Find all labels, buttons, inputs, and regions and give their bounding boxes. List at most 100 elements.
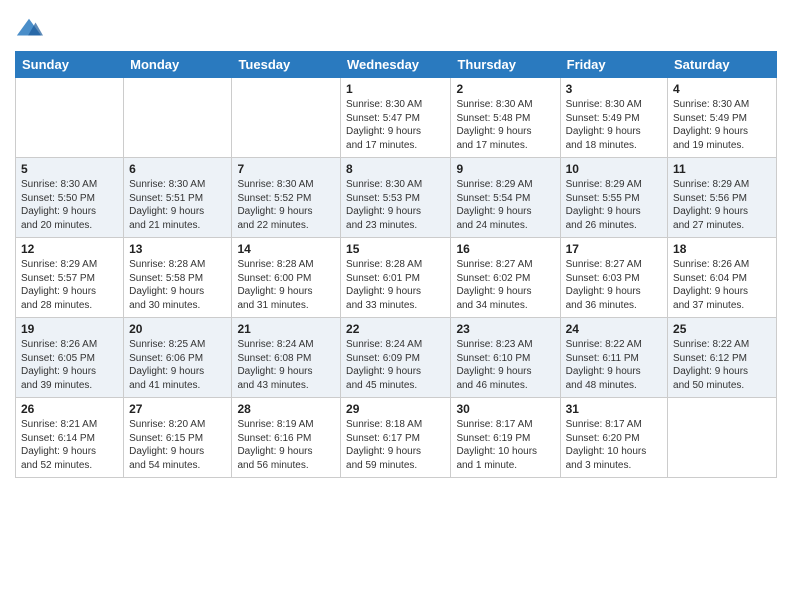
day-number: 27 [129,402,226,416]
weekday-header-tuesday: Tuesday [232,52,341,78]
calendar-cell: 4 Sunrise: 8:30 AMSunset: 5:49 PMDaylight… [668,78,777,158]
day-info: Sunrise: 8:21 AMSunset: 6:14 PMDaylight:… [21,418,118,472]
day-info: Sunrise: 8:26 AMSunset: 6:05 PMDaylight:… [21,338,118,392]
day-info: Sunrise: 8:30 AMSunset: 5:53 PMDaylight:… [346,178,445,232]
day-info: Sunrise: 8:28 AMSunset: 6:00 PMDaylight:… [237,258,335,312]
weekday-header-thursday: Thursday [451,52,560,78]
calendar-cell: 3 Sunrise: 8:30 AMSunset: 5:49 PMDaylight… [560,78,667,158]
logo [15,15,47,43]
calendar-cell: 24Sunrise: 8:22 AMSunset: 6:11 PMDayligh… [560,318,667,398]
calendar-cell: 31 Sunrise: 8:17 AMSunset: 6:20 PMDayligh… [560,398,667,478]
day-number: 4 [673,82,771,96]
weekday-header-friday: Friday [560,52,667,78]
day-number: 26 [21,402,118,416]
calendar-cell: 25 Sunrise: 8:22 AMSunset: 6:12 PMDayligh… [668,318,777,398]
week-row-2: 5 Sunrise: 8:30 AMSunset: 5:50 PMDaylight… [16,158,777,238]
calendar-cell: 23 Sunrise: 8:23 AMSunset: 6:10 PMDayligh… [451,318,560,398]
calendar-cell: 13 Sunrise: 8:28 AMSunset: 5:58 PMDayligh… [124,238,232,318]
day-number: 31 [566,402,662,416]
day-number: 3 [566,82,662,96]
day-number: 11 [673,162,771,176]
day-info: Sunrise: 8:30 AMSunset: 5:49 PMDaylight:… [566,98,662,152]
calendar-cell: 22Sunrise: 8:24 AMSunset: 6:09 PMDayligh… [341,318,451,398]
day-number: 14 [237,242,335,256]
day-number: 13 [129,242,226,256]
day-info: Sunrise: 8:24 AMSunset: 6:08 PMDaylight:… [237,338,335,392]
calendar-cell: 29Sunrise: 8:18 AMSunset: 6:17 PMDayligh… [341,398,451,478]
weekday-header-sunday: Sunday [16,52,124,78]
day-number: 24 [566,322,662,336]
calendar-cell: 21 Sunrise: 8:24 AMSunset: 6:08 PMDayligh… [232,318,341,398]
day-number: 21 [237,322,335,336]
day-info: Sunrise: 8:25 AMSunset: 6:06 PMDaylight:… [129,338,226,392]
calendar-cell [124,78,232,158]
day-info: Sunrise: 8:19 AMSunset: 6:16 PMDaylight:… [237,418,335,472]
calendar-cell: 9 Sunrise: 8:29 AMSunset: 5:54 PMDaylight… [451,158,560,238]
calendar-cell: 27 Sunrise: 8:20 AMSunset: 6:15 PMDayligh… [124,398,232,478]
calendar-cell: 30Sunrise: 8:17 AMSunset: 6:19 PMDayligh… [451,398,560,478]
day-number: 9 [456,162,554,176]
calendar-cell [16,78,124,158]
day-info: Sunrise: 8:29 AMSunset: 5:56 PMDaylight:… [673,178,771,232]
day-number: 2 [456,82,554,96]
day-number: 12 [21,242,118,256]
calendar-cell: 6 Sunrise: 8:30 AMSunset: 5:51 PMDaylight… [124,158,232,238]
day-number: 17 [566,242,662,256]
day-number: 20 [129,322,226,336]
day-info: Sunrise: 8:20 AMSunset: 6:15 PMDaylight:… [129,418,226,472]
day-number: 22 [346,322,445,336]
calendar-cell: 20 Sunrise: 8:25 AMSunset: 6:06 PMDayligh… [124,318,232,398]
day-number: 28 [237,402,335,416]
day-number: 25 [673,322,771,336]
calendar-cell: 5 Sunrise: 8:30 AMSunset: 5:50 PMDaylight… [16,158,124,238]
day-info: Sunrise: 8:29 AMSunset: 5:55 PMDaylight:… [566,178,662,232]
calendar-cell: 17 Sunrise: 8:27 AMSunset: 6:03 PMDayligh… [560,238,667,318]
weekday-header-saturday: Saturday [668,52,777,78]
day-info: Sunrise: 8:17 AMSunset: 6:20 PMDaylight:… [566,418,662,472]
calendar-cell: 16Sunrise: 8:27 AMSunset: 6:02 PMDayligh… [451,238,560,318]
calendar-cell: 7 Sunrise: 8:30 AMSunset: 5:52 PMDaylight… [232,158,341,238]
day-info: Sunrise: 8:29 AMSunset: 5:54 PMDaylight:… [456,178,554,232]
day-number: 15 [346,242,445,256]
page: SundayMondayTuesdayWednesdayThursdayFrid… [0,0,792,612]
day-number: 16 [456,242,554,256]
calendar-cell: 1Sunrise: 8:30 AMSunset: 5:47 PMDaylight… [341,78,451,158]
day-info: Sunrise: 8:30 AMSunset: 5:49 PMDaylight:… [673,98,771,152]
day-number: 19 [21,322,118,336]
day-number: 5 [21,162,118,176]
weekday-header-row: SundayMondayTuesdayWednesdayThursdayFrid… [16,52,777,78]
day-info: Sunrise: 8:22 AMSunset: 6:12 PMDaylight:… [673,338,771,392]
calendar-cell [232,78,341,158]
header [15,10,777,43]
week-row-5: 26 Sunrise: 8:21 AMSunset: 6:14 PMDayligh… [16,398,777,478]
day-number: 10 [566,162,662,176]
calendar-cell: 28 Sunrise: 8:19 AMSunset: 6:16 PMDayligh… [232,398,341,478]
day-number: 29 [346,402,445,416]
day-number: 18 [673,242,771,256]
day-info: Sunrise: 8:28 AMSunset: 5:58 PMDaylight:… [129,258,226,312]
day-number: 7 [237,162,335,176]
week-row-4: 19 Sunrise: 8:26 AMSunset: 6:05 PMDayligh… [16,318,777,398]
day-info: Sunrise: 8:30 AMSunset: 5:50 PMDaylight:… [21,178,118,232]
day-number: 23 [456,322,554,336]
day-info: Sunrise: 8:27 AMSunset: 6:03 PMDaylight:… [566,258,662,312]
calendar-cell: 26 Sunrise: 8:21 AMSunset: 6:14 PMDayligh… [16,398,124,478]
day-info: Sunrise: 8:30 AMSunset: 5:52 PMDaylight:… [237,178,335,232]
logo-icon [15,15,43,43]
calendar-table: SundayMondayTuesdayWednesdayThursdayFrid… [15,51,777,478]
day-info: Sunrise: 8:30 AMSunset: 5:51 PMDaylight:… [129,178,226,232]
day-info: Sunrise: 8:17 AMSunset: 6:19 PMDaylight:… [456,418,554,472]
calendar-cell: 18Sunrise: 8:26 AMSunset: 6:04 PMDayligh… [668,238,777,318]
calendar-cell: 14 Sunrise: 8:28 AMSunset: 6:00 PMDayligh… [232,238,341,318]
day-info: Sunrise: 8:29 AMSunset: 5:57 PMDaylight:… [21,258,118,312]
week-row-1: 1Sunrise: 8:30 AMSunset: 5:47 PMDaylight… [16,78,777,158]
day-number: 6 [129,162,226,176]
calendar-cell: 10 Sunrise: 8:29 AMSunset: 5:55 PMDayligh… [560,158,667,238]
week-row-3: 12 Sunrise: 8:29 AMSunset: 5:57 PMDayligh… [16,238,777,318]
calendar-cell: 2Sunrise: 8:30 AMSunset: 5:48 PMDaylight… [451,78,560,158]
calendar-cell: 12 Sunrise: 8:29 AMSunset: 5:57 PMDayligh… [16,238,124,318]
day-number: 1 [346,82,445,96]
day-info: Sunrise: 8:23 AMSunset: 6:10 PMDaylight:… [456,338,554,392]
calendar-cell: 8Sunrise: 8:30 AMSunset: 5:53 PMDaylight… [341,158,451,238]
calendar-cell: 11 Sunrise: 8:29 AMSunset: 5:56 PMDayligh… [668,158,777,238]
